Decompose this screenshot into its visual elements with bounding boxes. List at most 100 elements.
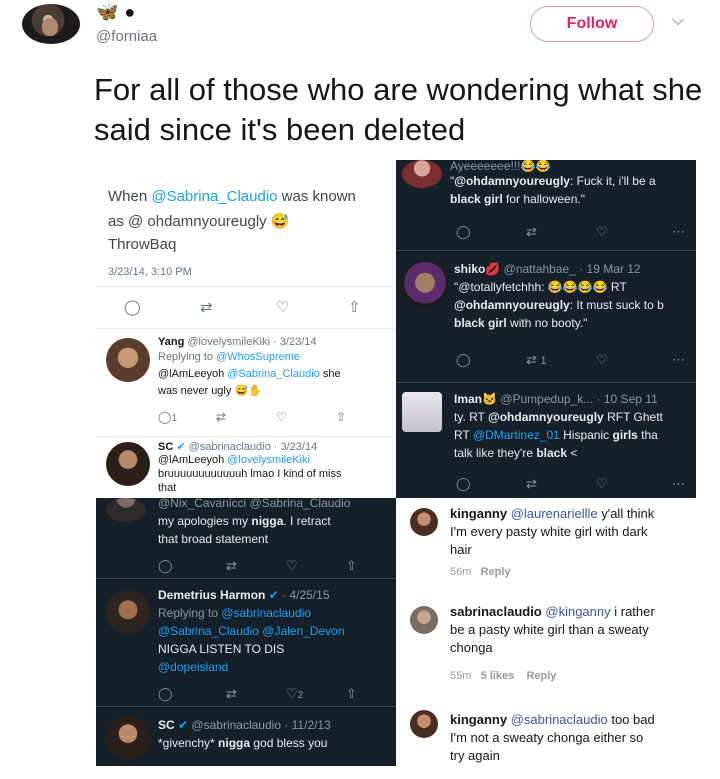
comment-username[interactable]: kinganny [450, 506, 507, 521]
label: Replying to [158, 606, 222, 620]
share-icon[interactable]: ⋯ [672, 224, 685, 239]
text: my apologies my [158, 514, 252, 528]
like-icon[interactable]: ♡2 [286, 686, 303, 703]
retweet-icon[interactable]: ⇄ [216, 410, 226, 425]
mention[interactable]: @sabrinaclaudio [221, 606, 311, 620]
screenshot-original-tweet: When @Sabrina_Claudio was known as @ ohd… [96, 160, 396, 328]
handle[interactable]: @nattahbae_ · 19 Mar 12 [504, 262, 641, 276]
handle[interactable]: @sabrinaclaudio · 3/23/14 [189, 441, 318, 453]
follow-button[interactable]: Follow [530, 6, 654, 42]
text: Ayeeeeeee!!! [450, 160, 521, 173]
author-avatar[interactable] [22, 4, 80, 44]
tweet-line-1: ty. RT @ohdamnyoureugly RFT Ghett [454, 410, 663, 424]
mention[interactable]: @Jalen_Devon [259, 624, 344, 638]
screenshot-reply-yang: Yang @lovelysmileKiki · 3/23/14 Replying… [96, 328, 396, 436]
reply-icon[interactable]: ◯1 [158, 410, 177, 426]
avatar[interactable] [106, 442, 150, 486]
retweet-icon[interactable]: ⇄ [526, 476, 537, 491]
mention[interactable]: @Sabrina_Claudio [151, 188, 277, 205]
avatar[interactable] [106, 338, 150, 382]
handle[interactable]: @lovelysmileKiki · 3/23/14 [187, 336, 316, 348]
display-name[interactable]: SC [158, 718, 175, 732]
reply-body-3: that [158, 482, 177, 494]
avatar[interactable] [402, 392, 442, 432]
mention[interactable]: @sabrinaclaudio [511, 712, 608, 727]
reply-count: 1 [171, 413, 177, 424]
retweet-icon[interactable]: ⇄ [226, 558, 237, 573]
likes-count[interactable]: 5 likes [481, 670, 515, 682]
mention[interactable]: @DMartinez_01 [473, 428, 560, 442]
like-icon[interactable]: ♡ [286, 558, 298, 573]
display-name[interactable]: Yang [158, 336, 184, 348]
avatar[interactable] [410, 710, 438, 738]
mention[interactable]: @ohdamnyoureugly [488, 410, 604, 424]
chevron-down-icon[interactable]: ⌵ [672, 12, 684, 30]
display-name[interactable]: Iman [454, 392, 482, 406]
handle[interactable]: · 4/25/15 [282, 588, 329, 602]
display-name[interactable]: shiko [454, 262, 485, 276]
reply-icon[interactable]: ◯ [456, 352, 471, 367]
handle[interactable]: @sabrinaclaudio · 11/2/13 [191, 718, 330, 732]
retweet-icon[interactable]: ⇄ [526, 224, 537, 239]
like-icon[interactable]: ♡ [276, 410, 287, 425]
tweet-line-1: *givenchy* nigga god bless you [158, 736, 327, 750]
author-name[interactable]: 🦋 ● [96, 0, 135, 24]
like-icon[interactable]: ♡ [596, 476, 608, 491]
avatar[interactable] [410, 606, 438, 634]
display-name[interactable]: SC [158, 441, 173, 453]
share-icon[interactable]: ⇧ [346, 686, 357, 701]
author-handle[interactable]: @forniaa [96, 28, 157, 45]
reply-icon[interactable]: ◯ [456, 224, 471, 239]
tweet-header: shiko💋 @nattahbae_ · 19 Mar 12 [454, 262, 641, 276]
avatar[interactable] [106, 716, 150, 760]
reply-link[interactable]: Reply [481, 566, 511, 578]
avatar[interactable] [106, 498, 146, 522]
kiss-emoji-icon: 💋 [485, 262, 501, 276]
share-icon[interactable]: ⇧ [348, 300, 361, 315]
mention[interactable]: @laurenariellle [511, 506, 598, 521]
text: @lAmLeeyoh [158, 454, 228, 466]
text: ty. RT [454, 410, 489, 424]
like-icon[interactable]: ♡ [596, 224, 608, 239]
text: When [108, 188, 152, 205]
display-name[interactable]: Demetrius Harmon [158, 588, 265, 602]
avatar[interactable] [106, 590, 150, 634]
share-icon[interactable]: ⋯ [672, 352, 685, 367]
reply-icon[interactable]: ◯ [124, 300, 141, 315]
tweet-line-3[interactable]: @dopeisland [158, 660, 228, 674]
mention[interactable]: @kinganny [545, 604, 610, 619]
screenshot-givenchy-tweet: SC ✔ @sabrinaclaudio · 11/2/13 *givenchy… [96, 706, 396, 766]
share-icon[interactable]: ⇧ [336, 410, 346, 425]
avatar[interactable] [402, 262, 448, 308]
retweet-icon[interactable]: ⇄ 1 [526, 352, 547, 369]
mention[interactable]: @ohdamnyoureugly [454, 298, 570, 312]
like-icon[interactable]: ♡ [596, 352, 608, 367]
avatar[interactable] [402, 160, 442, 188]
reply-link[interactable]: Reply [526, 670, 556, 682]
like-icon[interactable]: ♡ [276, 300, 289, 315]
avatar[interactable] [410, 508, 438, 536]
reply-icon[interactable]: ◯ [158, 558, 173, 573]
reply-icon[interactable]: ◯ [158, 686, 173, 701]
mention[interactable]: @lovelysmileKiki [227, 454, 310, 466]
label: Replying to [158, 351, 217, 363]
retweet-icon[interactable]: ⇄ [200, 300, 213, 315]
mention[interactable]: @ohdamnyoureugly [454, 174, 570, 188]
text: : It must suck to b [569, 298, 664, 312]
tweet-text: For all of those who are wondering what … [94, 72, 703, 147]
text: tha [637, 428, 658, 442]
handle[interactable]: @Pumpedup_k... · 10 Sep 11 [500, 392, 657, 406]
share-icon[interactable]: ⋯ [672, 476, 685, 491]
share-icon[interactable]: ⇧ [346, 558, 357, 573]
tweet-line-2: NIGGA LISTEN TO DIS [158, 642, 285, 656]
mention[interactable]: @Sabrina_Claudio [158, 624, 259, 638]
comment-line-2: be a pasty white girl than a sweaty [450, 622, 649, 637]
retweet-icon[interactable]: ⇄ [226, 686, 237, 701]
screenshot-shiko-tweet: shiko💋 @nattahbae_ · 19 Mar 12 "@totally… [396, 250, 696, 382]
comment-username[interactable]: sabrinaclaudio [450, 604, 542, 619]
mention[interactable]: @Sabrina_Claudio [227, 368, 320, 380]
mention[interactable]: @WhosSupreme [216, 351, 300, 363]
tweet-header: SC ✔ @sabrinaclaudio · 11/2/13 [158, 718, 331, 732]
reply-icon[interactable]: ◯ [456, 476, 471, 491]
comment-username[interactable]: kinganny [450, 712, 507, 727]
